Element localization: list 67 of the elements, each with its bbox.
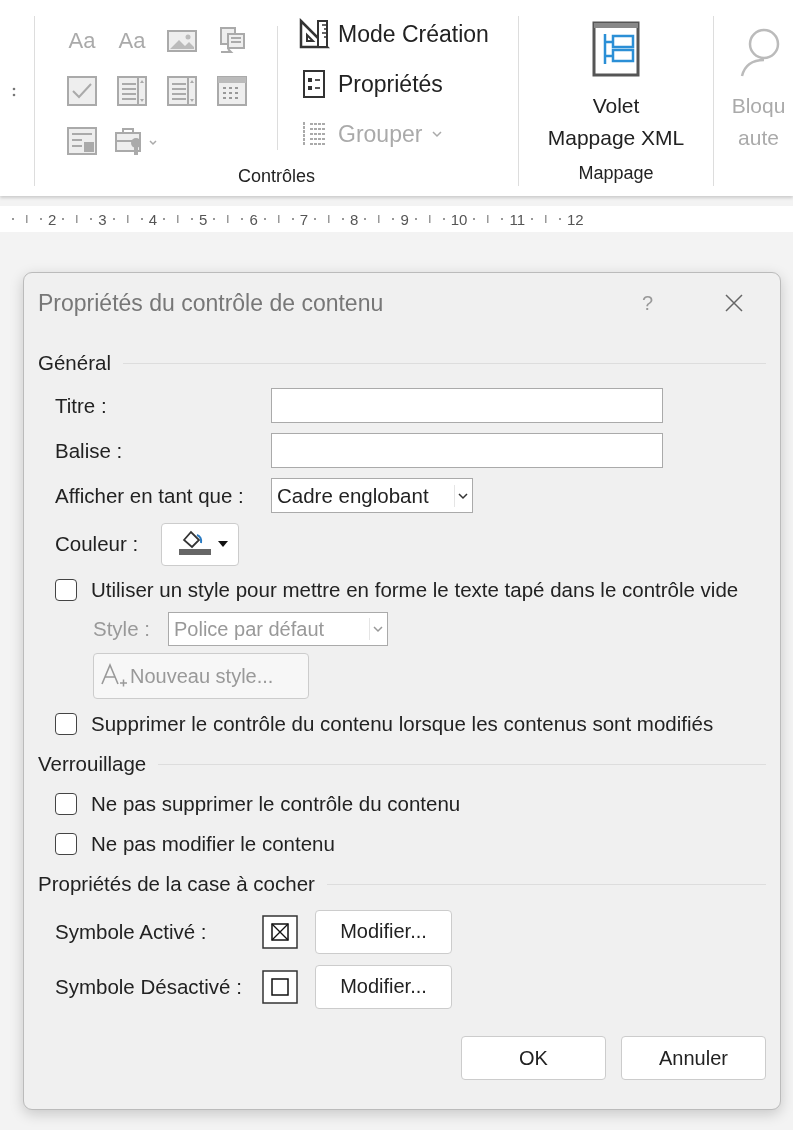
field-label: Titre : (55, 393, 108, 418)
color-picker-button[interactable] (161, 522, 239, 566)
ruler-tick-marks (110, 215, 145, 223)
ruler-tick-marks (161, 215, 196, 223)
dropdown[interactable]: Cadre englobant (271, 478, 473, 513)
field-label: Afficher en tant que : (55, 483, 245, 508)
design-command[interactable]: Mode Création (298, 16, 489, 52)
checkbox-option[interactable]: Ne pas modifier le contenu (38, 824, 766, 864)
ruler-tick-marks (471, 215, 506, 223)
group-label: Contrôles (236, 166, 316, 188)
modify-button[interactable]: Modifier... (315, 909, 452, 954)
ruler-number: 9 (400, 210, 409, 228)
ruler-triangle-icon (298, 18, 330, 50)
ruler-tick-marks (412, 215, 447, 223)
ruler-tick-marks (261, 215, 296, 223)
ruler-number: 4 (148, 210, 158, 228)
more-icon[interactable] (12, 86, 16, 98)
dialog-title: Propriétés du contrôle de contenu (38, 289, 385, 317)
letter-plus-icon (100, 662, 128, 690)
ruler-number: 11 (509, 210, 525, 228)
checkbox[interactable] (55, 833, 77, 855)
ok-button[interactable]: OK (461, 1036, 606, 1080)
field-label: Symbole Activé : (55, 919, 208, 944)
cancel-button[interactable]: Annuler (621, 1036, 766, 1080)
caret-icon (432, 130, 443, 138)
properties-command[interactable]: Propriétés (298, 66, 489, 102)
ruler-number: 8 (350, 210, 359, 228)
field-label: Style : (93, 617, 151, 641)
tree-pane-icon (591, 20, 641, 78)
calendar-control-icon[interactable] (216, 75, 248, 107)
ruler-number: 5 (199, 210, 208, 228)
ruler-tick-marks (60, 215, 95, 223)
picture-control-icon[interactable] (166, 28, 198, 54)
ruler-number: 3 (98, 210, 107, 228)
checkbox[interactable] (55, 579, 77, 601)
xml-mapping-pane-button[interactable]: Volet Mappage XML (547, 16, 685, 163)
checkbox-option[interactable]: Supprimer le contrôle du contenu lorsque les contenus sont modifiés (38, 704, 766, 744)
list-control-icon[interactable] (166, 75, 198, 107)
ruler-number: 6 (249, 210, 258, 228)
group-label: Mappage (578, 163, 654, 185)
ruler-tick-marks (312, 215, 347, 223)
section-heading: Général (38, 351, 111, 375)
ruler-number: 10 (450, 210, 468, 228)
ruler-number: 7 (299, 210, 309, 228)
ruler-tick-marks (10, 215, 44, 223)
checkbox-option[interactable]: Ne pas supprimer le contrôle du contenu (38, 784, 766, 824)
field-label: Symbole Désactivé : (55, 974, 243, 999)
checkbox-control-icon[interactable] (66, 75, 98, 107)
ruler-number: 2 (48, 210, 57, 228)
field-label: Couleur : (55, 532, 140, 556)
checkbox[interactable] (55, 793, 77, 815)
ruler-tick-marks (529, 215, 563, 223)
checkbox[interactable] (55, 713, 77, 735)
field-label: Balise : (55, 438, 124, 463)
building-block-icon[interactable] (217, 26, 247, 56)
modify-button[interactable]: Modifier... (315, 964, 452, 1009)
input-field[interactable] (271, 433, 663, 468)
ruler-number: 12 (567, 210, 584, 228)
input-field[interactable] (271, 388, 663, 423)
section-heading: Verrouillage (38, 752, 147, 776)
section-heading: Propriétés de la case à cocher (38, 872, 315, 896)
ruler-tick-marks (362, 215, 397, 223)
combo-box-control-icon[interactable] (116, 75, 148, 107)
checkbox-option[interactable]: Utiliser un style pour mettre en forme le texte tapé dans le contrôle vide (38, 570, 766, 610)
repeating-section-icon[interactable] (66, 125, 98, 157)
ruler-tick-marks (211, 215, 246, 223)
close-icon[interactable] (724, 293, 744, 313)
